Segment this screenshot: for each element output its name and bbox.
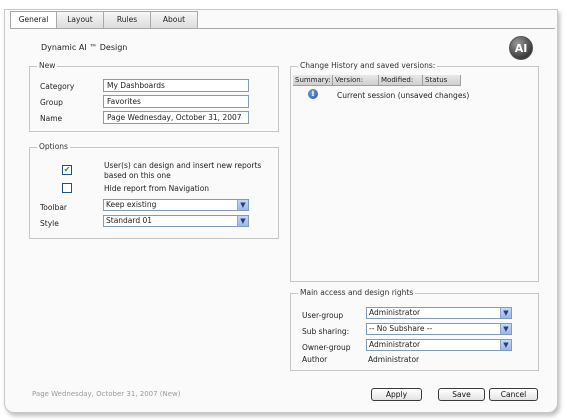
ownergroup-label: Owner-group: [302, 343, 351, 352]
tab-divider: [10, 28, 555, 29]
history-table-header: Summary: Version: Modified: Status: [293, 75, 461, 86]
style-select[interactable]: Standard 01 ▼: [103, 215, 249, 227]
hide-navigation-label: Hide report from Navigation: [104, 184, 210, 193]
chevron-down-icon[interactable]: ▼: [500, 308, 511, 318]
chevron-down-icon[interactable]: ▼: [237, 216, 248, 226]
subsharing-select[interactable]: -- No Subshare -- ▼: [366, 323, 512, 335]
usergroup-select[interactable]: Administrator ▼: [366, 307, 512, 319]
apply-button[interactable]: Apply: [371, 388, 422, 401]
name-label: Name: [40, 114, 63, 123]
tab-about[interactable]: About: [151, 11, 198, 28]
style-label: Style: [40, 219, 59, 228]
column-header[interactable]: Modified:: [379, 75, 423, 86]
author-value: Administrator: [368, 355, 420, 364]
toolbar-select-value: Keep existing: [106, 200, 157, 209]
group-label: Group: [40, 98, 63, 107]
options-group-legend: Options: [37, 142, 70, 151]
subsharing-label: Sub sharing:: [302, 327, 350, 336]
access-group-legend: Main access and design rights: [298, 288, 416, 297]
logo-icon: AI: [509, 36, 533, 60]
hide-navigation-checkbox[interactable]: [62, 183, 72, 193]
category-label: Category: [40, 82, 75, 91]
tab-layout[interactable]: Layout: [57, 11, 104, 28]
usergroup-label: User-group: [302, 311, 344, 320]
design-insert-checkbox[interactable]: ✔: [62, 165, 72, 175]
column-header[interactable]: Status: [423, 75, 461, 86]
subsharing-select-value: -- No Subshare --: [369, 324, 433, 333]
usergroup-select-value: Administrator: [369, 308, 421, 317]
style-select-value: Standard 01: [106, 216, 153, 225]
column-header[interactable]: Version:: [333, 75, 379, 86]
toolbar-select[interactable]: Keep existing ▼: [103, 199, 249, 211]
author-label: Author: [302, 355, 328, 364]
name-field[interactable]: Page Wednesday, October 31, 2007: [103, 111, 249, 124]
footer-status: Page Wednesday, October 31, 2007 (New): [32, 390, 181, 398]
design-insert-label-line1: User(s) can design and insert new report…: [104, 161, 262, 170]
save-button[interactable]: Save: [438, 388, 485, 401]
new-group-legend: New: [37, 61, 58, 70]
history-group-legend: Change History and saved versions:: [298, 61, 438, 70]
group-field[interactable]: Favorites: [103, 95, 249, 108]
column-header[interactable]: Summary:: [293, 75, 333, 86]
tab-rules[interactable]: Rules: [104, 11, 151, 28]
chevron-down-icon[interactable]: ▼: [500, 340, 511, 350]
ownergroup-select-value: Administrator: [369, 340, 421, 349]
chevron-down-icon[interactable]: ▼: [237, 200, 248, 210]
info-icon[interactable]: i: [308, 89, 318, 99]
chevron-down-icon[interactable]: ▼: [500, 324, 511, 334]
tab-general[interactable]: General: [10, 11, 57, 29]
history-row-text[interactable]: Current session (unsaved changes): [337, 91, 469, 100]
design-insert-label-line2: based on this one: [104, 171, 171, 180]
category-field[interactable]: My Dashboards: [103, 79, 249, 92]
tab-bar: General Layout Rules About: [10, 11, 198, 29]
cancel-button[interactable]: Cancel: [489, 388, 538, 401]
ownergroup-select[interactable]: Administrator ▼: [366, 339, 512, 351]
page-title: Dynamic AI ™ Design: [41, 43, 128, 52]
toolbar-label: Toolbar: [40, 203, 68, 212]
